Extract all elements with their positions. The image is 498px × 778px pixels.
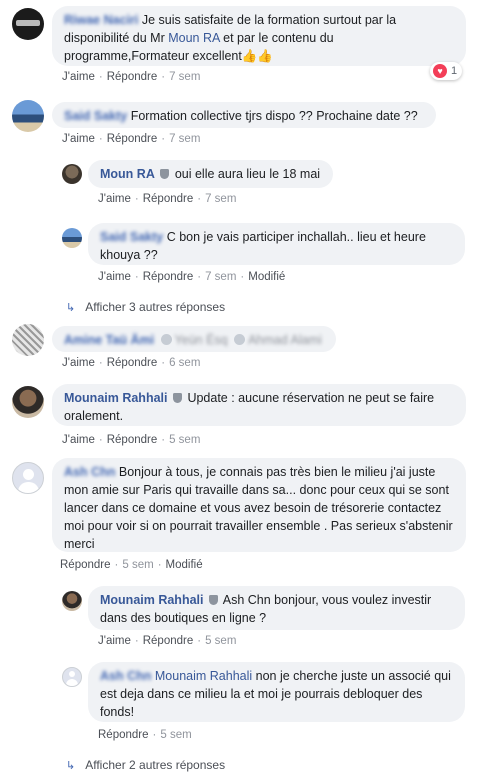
reply-bubble: Said Sakty C bon je vais participer inch… [88,223,465,265]
like-button[interactable]: J'aime [62,434,95,446]
like-button[interactable]: J'aime [98,193,131,205]
comment-actions: J'aime · Répondre · 6 sem [62,357,201,369]
comment-bubble: Ash Chn Bonjour à tous, je connais pas t… [52,458,466,552]
avatar[interactable] [12,462,44,494]
timestamp[interactable]: 5 sem [205,635,236,647]
shield-icon [172,393,182,403]
tag-avatar-icon [160,334,172,345]
comment-text: Bonjour à tous, je connais pas très bien… [64,465,453,551]
comment-actions: J'aime · Répondre · 5 sem [62,434,201,446]
reply-bubble: Ash Chn Mounaim Rahhali non je cherche j… [88,662,465,722]
heart-icon: ♥ [433,64,447,79]
reply-button[interactable]: Répondre [107,71,158,83]
comment-actions: J'aime · Répondre · 7 sem [62,133,201,145]
edited-label[interactable]: Modifié [248,271,285,283]
show-more-label[interactable]: Afficher 2 autres réponses [85,758,225,772]
timestamp[interactable]: 6 sem [169,357,200,369]
comment-actions: J'aime · Répondre · 7 sem [62,71,201,83]
reply-author[interactable]: Mounaim Rahhali [100,593,203,607]
comment-author[interactable]: Ash Chn [64,465,115,479]
reply-button[interactable]: Répondre [143,271,194,283]
shield-icon [160,169,170,179]
avatar[interactable] [12,324,44,356]
show-more-label[interactable]: Afficher 3 autres réponses [85,300,225,314]
like-button[interactable]: J'aime [62,133,95,145]
avatar[interactable] [12,386,44,418]
timestamp[interactable]: 7 sem [169,71,200,83]
edited-label[interactable]: Modifié [166,559,203,571]
reactions-count[interactable]: ♥ 1 [430,62,463,80]
avatar[interactable] [12,8,44,40]
comment-bubble: Riwae Naciri Je suis satisfaite de la fo… [52,6,466,66]
timestamp[interactable]: 5 sem [160,729,191,741]
reply-bubble: Mounaim Rahhali Ash Chn bonjour, vous vo… [88,586,465,630]
mention-link[interactable]: Moun RA [168,31,219,45]
reply-button[interactable]: Répondre [143,193,194,205]
reply-button[interactable]: Répondre [107,434,158,446]
comment-author[interactable]: Riwae Naciri [64,13,138,27]
tagged-user[interactable]: Yeün Ësq [175,333,228,347]
comment-bubble: Amine Taü Ämi Yeün Ësq Ahmad Alami [52,326,336,352]
reply-button[interactable]: Répondre [107,133,158,145]
tag-avatar-icon [234,334,246,345]
comment-author[interactable]: Said Sakty [64,109,127,123]
timestamp[interactable]: 7 sem [205,193,236,205]
shield-icon [208,595,218,605]
show-more-replies[interactable]: ↳ Afficher 3 autres réponses [66,300,225,314]
comment-bubble: Said Sakty Formation collective tjrs dis… [52,102,436,128]
timestamp[interactable]: 5 sem [122,559,153,571]
avatar[interactable] [12,100,44,132]
tagged-user[interactable]: Ahmad Alami [248,333,322,347]
reply-actions: J'aime · Répondre · 5 sem [98,635,237,647]
timestamp[interactable]: 5 sem [169,434,200,446]
comment-actions: Répondre · 5 sem · Modifié [60,559,203,571]
reply-actions: J'aime · Répondre · 7 sem [98,193,237,205]
avatar[interactable] [62,591,82,611]
reply-button[interactable]: Répondre [107,357,158,369]
thumbs-up-emoji: 👍👍 [241,49,273,63]
avatar[interactable] [62,667,82,687]
reaction-count: 1 [451,65,458,77]
timestamp[interactable]: 7 sem [205,271,236,283]
avatar[interactable] [62,228,82,248]
reply-actions: J'aime · Répondre · 7 sem · Modifié [98,271,286,283]
mention-link[interactable]: Mounaim Rahhali [155,669,252,683]
reply-actions: Répondre · 5 sem [98,729,192,741]
comment-text: Formation collective tjrs dispo ?? Proch… [130,109,418,123]
reply-button[interactable]: Répondre [98,729,149,741]
reply-button[interactable]: Répondre [143,635,194,647]
like-button[interactable]: J'aime [62,71,95,83]
reply-author[interactable]: Moun RA [100,167,155,181]
reply-author[interactable]: Ash Chn [100,669,151,683]
reply-text: oui elle aura lieu le 18 mai [174,167,321,181]
like-button[interactable]: J'aime [98,271,131,283]
reply-arrow-icon: ↳ [66,760,76,772]
reply-button[interactable]: Répondre [60,559,111,571]
like-button[interactable]: J'aime [98,635,131,647]
show-more-replies[interactable]: ↳ Afficher 2 autres réponses [66,758,225,772]
comment-bubble: Mounaim Rahhali Update : aucune réservat… [52,384,466,426]
reply-arrow-icon: ↳ [66,302,76,314]
like-button[interactable]: J'aime [62,357,95,369]
reply-text: non je cherche juste un associé qui est … [100,669,451,719]
comment-author[interactable]: Mounaim Rahhali [64,391,167,405]
comment-author[interactable]: Amine Taü Ämi [64,333,154,347]
avatar[interactable] [62,164,82,184]
reply-bubble: Moun RA oui elle aura lieu le 18 mai [88,160,333,188]
timestamp[interactable]: 7 sem [169,133,200,145]
reply-author[interactable]: Said Sakty [100,230,163,244]
